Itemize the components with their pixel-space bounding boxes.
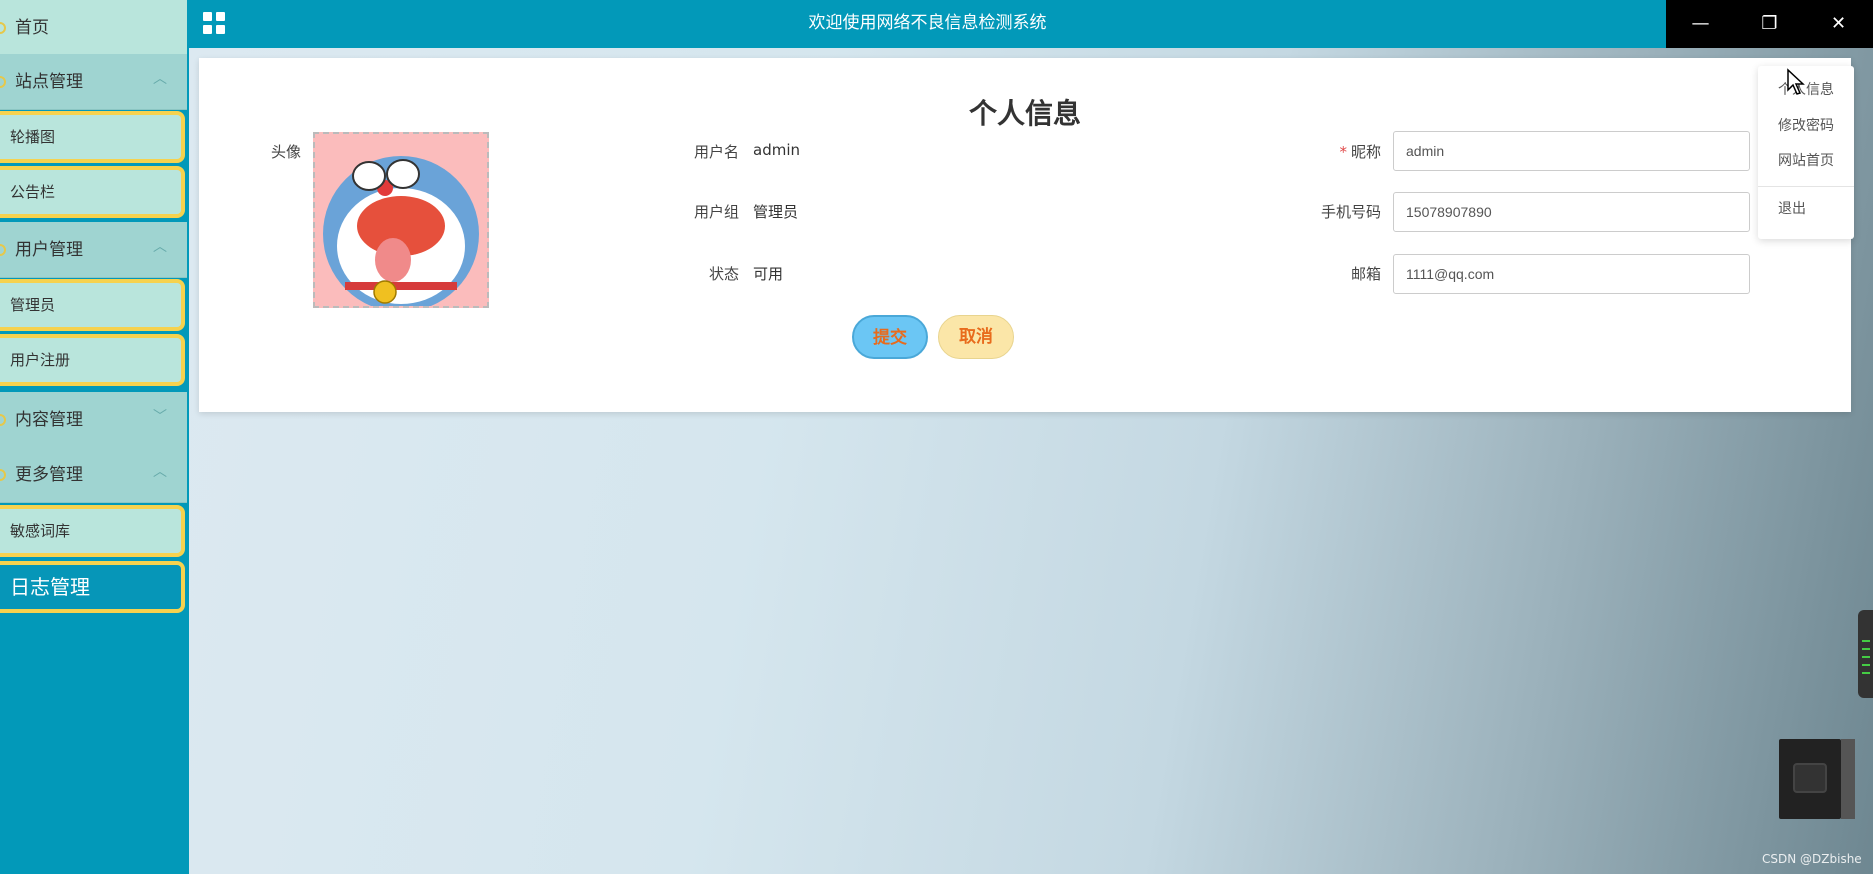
- sidebar-group-more[interactable]: 更多管理 ︿: [0, 447, 187, 503]
- nickname-input[interactable]: admin: [1393, 131, 1750, 171]
- user-icon: [0, 244, 6, 256]
- username-value: admin: [753, 141, 800, 159]
- sidebar-item-label: 轮播图: [10, 128, 56, 146]
- top-header: 欢迎使用网络不良信息检测系统: [189, 0, 1666, 48]
- sidebar-item-home[interactable]: 首页: [0, 0, 187, 56]
- submit-button[interactable]: 提交: [852, 315, 928, 359]
- sidebar-group-label: 更多管理: [15, 465, 83, 485]
- avatar-image: [315, 134, 487, 306]
- sidebar-item-logs[interactable]: 日志管理: [0, 561, 185, 613]
- floating-player-widget[interactable]: [1779, 739, 1841, 819]
- sidebar-group-label: 用户管理: [15, 240, 83, 260]
- sidebar-item-label: 敏感词库: [10, 522, 71, 540]
- profile-card: 个人信息 头像 用户名 admin 用户组 管理员 状态 可用 * 昵称 admi…: [199, 58, 1851, 412]
- page-title: 欢迎使用网络不良信息检测系统: [808, 13, 1047, 33]
- sidebar-item-label: 用户注册: [10, 351, 71, 369]
- sidebar-item-admins[interactable]: 管理员: [0, 279, 185, 331]
- home-icon: [0, 22, 6, 34]
- status-label: 状态: [708, 265, 739, 283]
- username-label: 用户名: [693, 143, 739, 161]
- chevron-down-icon: ﹀: [153, 409, 167, 425]
- user-dropdown-menu: 个人信息 修改密码 网站首页 退出: [1758, 66, 1854, 239]
- site-icon: [0, 76, 6, 88]
- more-options-icon[interactable]: [1841, 739, 1855, 819]
- avatar-label: 头像: [270, 143, 301, 161]
- phone-label: 手机号码: [1320, 203, 1381, 221]
- mouse-cursor-icon: [1787, 68, 1805, 95]
- chevron-up-icon: ︿: [153, 464, 167, 480]
- nickname-label-text: 昵称: [1350, 143, 1381, 161]
- sidebar-item-user-register[interactable]: 用户注册: [0, 334, 185, 386]
- required-mark: *: [1339, 143, 1347, 161]
- close-icon[interactable]: ✕: [1804, 0, 1873, 48]
- status-value: 可用: [753, 265, 784, 283]
- sidebar-group-users[interactable]: 用户管理 ︿: [0, 222, 187, 278]
- watermark: CSDN @DZbishe: [1762, 852, 1862, 866]
- more-icon: [0, 469, 6, 481]
- sidebar-item-notice[interactable]: 公告栏: [0, 166, 185, 218]
- sidebar-group-content[interactable]: 内容管理 ﹀: [0, 392, 187, 448]
- group-label: 用户组: [693, 203, 739, 221]
- sidebar-item-label: 公告栏: [10, 183, 56, 201]
- dropdown-item-logout[interactable]: 退出: [1778, 198, 1806, 218]
- sidebar-item-sensitive-words[interactable]: 敏感词库: [0, 505, 185, 557]
- sidebar-group-label: 内容管理: [15, 410, 83, 430]
- phone-input[interactable]: 15078907890: [1393, 192, 1750, 232]
- cancel-button[interactable]: 取消: [938, 315, 1014, 359]
- content-icon: [0, 414, 6, 426]
- dropdown-divider: [1758, 186, 1854, 187]
- sidebar-group-label: 站点管理: [15, 72, 83, 92]
- sidebar-group-site[interactable]: 站点管理 ︿: [0, 54, 187, 110]
- sidebar-item-carousel[interactable]: 轮播图: [0, 111, 185, 163]
- sidebar-item-label: 日志管理: [10, 575, 90, 599]
- restore-icon[interactable]: ❐: [1735, 0, 1804, 48]
- dropdown-item-site-home[interactable]: 网站首页: [1778, 150, 1834, 170]
- group-value: 管理员: [753, 203, 799, 221]
- window-controls: — ❐ ✕: [1666, 0, 1873, 48]
- play-icon: [1793, 763, 1827, 793]
- scroll-indicator[interactable]: [1858, 610, 1873, 698]
- email-input[interactable]: 1111@qq.com: [1393, 254, 1750, 294]
- chevron-up-icon: ︿: [153, 71, 167, 87]
- form-title: 个人信息: [968, 97, 1081, 130]
- nickname-label: * 昵称: [1229, 141, 1381, 162]
- minimize-icon[interactable]: —: [1666, 0, 1735, 48]
- email-label: 邮箱: [1350, 265, 1381, 283]
- sidebar-item-label: 管理员: [10, 296, 56, 314]
- dropdown-item-change-password[interactable]: 修改密码: [1778, 115, 1834, 135]
- sidebar: 首页 站点管理 ︿ 轮播图 公告栏 用户管理 ︿ 管理员 用户注册 内容管理 ﹀…: [0, 0, 189, 874]
- chevron-up-icon: ︿: [153, 239, 167, 255]
- sidebar-item-label: 首页: [15, 18, 49, 38]
- avatar-upload[interactable]: [313, 132, 489, 308]
